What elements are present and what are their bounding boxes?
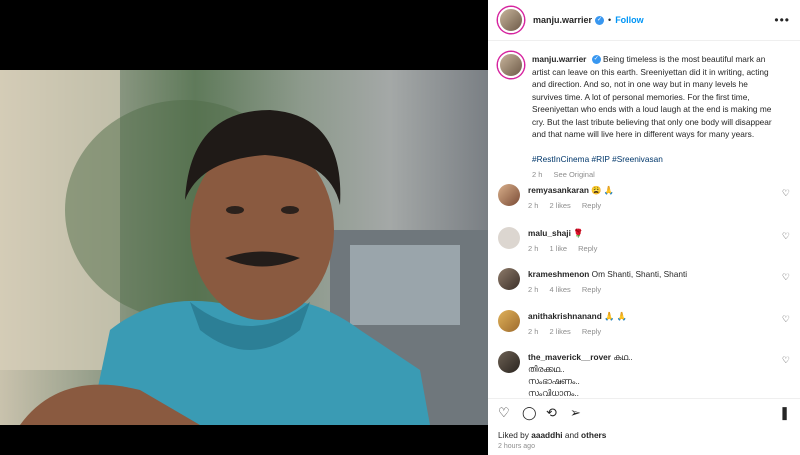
comment-text-line: തിരക്കഥ.. <box>528 364 565 374</box>
author-username[interactable]: manju.warrier <box>533 15 592 25</box>
verified-icon: ✓ <box>595 15 605 25</box>
comment-username[interactable]: malu_shaji <box>528 228 571 238</box>
comment-item: malu_shaji 🌹 2 h 1 like Reply ♡ <box>498 227 790 255</box>
liked-by-prefix: Liked by <box>498 430 532 440</box>
commenter-avatar[interactable] <box>498 351 520 373</box>
caption-time: 2 h <box>532 170 543 179</box>
heart-icon[interactable]: ♡ <box>498 405 510 421</box>
comment-time: 2 h <box>528 201 539 210</box>
comment-item: anithakrishnanand 🙏 🙏 2 h 2 likes Reply … <box>498 310 790 338</box>
commenter-avatar[interactable] <box>498 227 520 249</box>
more-options-icon[interactable]: ••• <box>774 13 790 27</box>
comment-text-line: സംവിധാനം.. <box>528 388 579 396</box>
comment-item: remyasankaran 😩 🙏 2 h 2 likes Reply ♡ <box>498 184 790 212</box>
commenter-avatar[interactable] <box>498 268 520 290</box>
verified-icon: ✓ <box>591 55 601 65</box>
caption-username[interactable]: manju.warrier <box>532 54 586 64</box>
comment-username[interactable]: the_maverick__rover <box>528 352 611 362</box>
see-original-link[interactable]: See Original <box>554 170 595 179</box>
comment-likes[interactable]: 2 likes <box>550 327 571 336</box>
comment-likes[interactable]: 2 likes <box>550 201 571 210</box>
instagram-post: manju.warrier ✓ • Follow ••• manju.warri… <box>0 0 800 455</box>
like-comment-icon[interactable]: ♡ <box>782 272 790 283</box>
liked-by-and: and <box>562 430 582 440</box>
author-avatar[interactable] <box>498 7 524 33</box>
liked-by-others[interactable]: others <box>581 430 606 440</box>
comment-time: 2 h <box>528 285 539 294</box>
portrait-illustration <box>0 70 488 425</box>
reply-button[interactable]: Reply <box>582 285 601 294</box>
action-bar: ♡ ◯ ⟲ ➢ ❚ <box>488 398 800 425</box>
comment-text: Om Shanti, Shanti, Shanti <box>591 269 688 279</box>
post-photo[interactable] <box>0 70 488 425</box>
reply-button[interactable]: Reply <box>578 244 597 253</box>
liked-by-user[interactable]: aaaddhi <box>531 430 562 440</box>
comment-time: 2 h <box>528 327 539 336</box>
caption-avatar[interactable] <box>498 52 524 78</box>
comment-icon[interactable]: ◯ <box>522 405 537 421</box>
comment-username[interactable]: anithakrishnanand <box>528 311 602 321</box>
post-media <box>0 0 488 455</box>
comment-text: 🙏 🙏 <box>604 311 628 321</box>
caption-meta: 2 h See Original <box>532 169 772 182</box>
comment-text: 🌹 <box>573 228 584 238</box>
reply-button[interactable]: Reply <box>582 327 601 336</box>
like-comment-icon[interactable]: ♡ <box>782 355 790 366</box>
comments-section[interactable]: manju.warrier ✓ Being timeless is the mo… <box>488 41 800 396</box>
like-comment-icon[interactable]: ♡ <box>782 314 790 325</box>
commenter-avatar[interactable] <box>498 184 520 206</box>
comment-username[interactable]: remyasankaran <box>528 185 589 195</box>
comment-username[interactable]: krameshmenon <box>528 269 589 279</box>
caption-hashtags[interactable]: #RestInCinema #RIP #Sreenivasan <box>532 153 772 166</box>
comment-text: കഥ.. <box>613 352 633 362</box>
send-icon[interactable]: ➢ <box>570 405 581 421</box>
post-header: manju.warrier ✓ • Follow ••• <box>488 0 800 41</box>
like-comment-icon[interactable]: ♡ <box>782 188 790 199</box>
comment-text: 😩 🙏 <box>591 185 615 195</box>
follow-button[interactable]: Follow <box>615 15 644 25</box>
comment-item: the_maverick__rover കഥ.. തിരക്കഥ.. സംഭാഷ… <box>498 351 790 396</box>
separator-dot: • <box>608 15 612 25</box>
reply-button[interactable]: Reply <box>582 201 601 210</box>
comment-item: krameshmenon Om Shanti, Shanti, Shanti 2… <box>498 268 790 296</box>
comment-likes[interactable]: 4 likes <box>550 285 571 294</box>
commenter-avatar[interactable] <box>498 310 520 332</box>
comment-text-line: സംഭാഷണം.. <box>528 376 580 386</box>
comment-likes[interactable]: 1 like <box>550 244 568 253</box>
post-timestamp: 2 hours ago <box>498 443 535 450</box>
share-icon[interactable]: ⟲ <box>546 405 557 421</box>
post-caption: manju.warrier ✓ Being timeless is the mo… <box>488 41 800 182</box>
like-comment-icon[interactable]: ♡ <box>782 231 790 242</box>
bookmark-icon[interactable]: ❚ <box>779 405 790 421</box>
post-side-panel: manju.warrier ✓ • Follow ••• manju.warri… <box>488 0 800 455</box>
comment-time: 2 h <box>528 244 539 253</box>
likes-summary: Liked by aaaddhi and others <box>498 430 606 440</box>
caption-text: Being timeless is the most beautiful mar… <box>532 54 772 139</box>
